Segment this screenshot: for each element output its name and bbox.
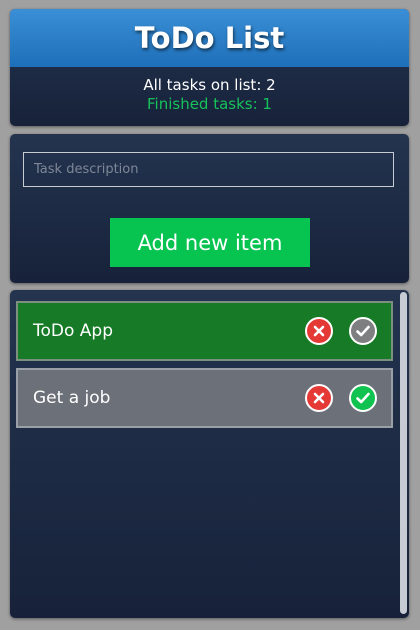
header-panel: ToDo List All tasks on list: 2 Finished … <box>10 9 409 126</box>
task-label: ToDo App <box>33 321 114 341</box>
task-list: ToDo App Get a job <box>10 290 409 618</box>
list-item: Get a job <box>16 368 393 428</box>
finished-tasks-count: Finished tasks: 1 <box>147 95 272 113</box>
complete-button[interactable] <box>349 317 377 345</box>
close-icon <box>313 325 325 337</box>
page-title: ToDo List <box>134 21 285 55</box>
scrollbar[interactable] <box>400 292 407 614</box>
list-item: ToDo App <box>16 301 393 361</box>
task-counts: All tasks on list: 2 Finished tasks: 1 <box>10 67 409 114</box>
all-tasks-count: All tasks on list: 2 <box>143 76 276 94</box>
add-task-form: Add new item <box>10 134 409 283</box>
check-icon <box>356 392 370 404</box>
title-bar: ToDo List <box>10 9 409 67</box>
delete-button[interactable] <box>305 384 333 412</box>
task-description-input[interactable] <box>23 152 394 187</box>
complete-button[interactable] <box>349 384 377 412</box>
task-label: Get a job <box>33 388 111 408</box>
add-item-button[interactable]: Add new item <box>110 218 310 267</box>
close-icon <box>313 392 325 404</box>
delete-button[interactable] <box>305 317 333 345</box>
check-icon <box>356 325 370 337</box>
